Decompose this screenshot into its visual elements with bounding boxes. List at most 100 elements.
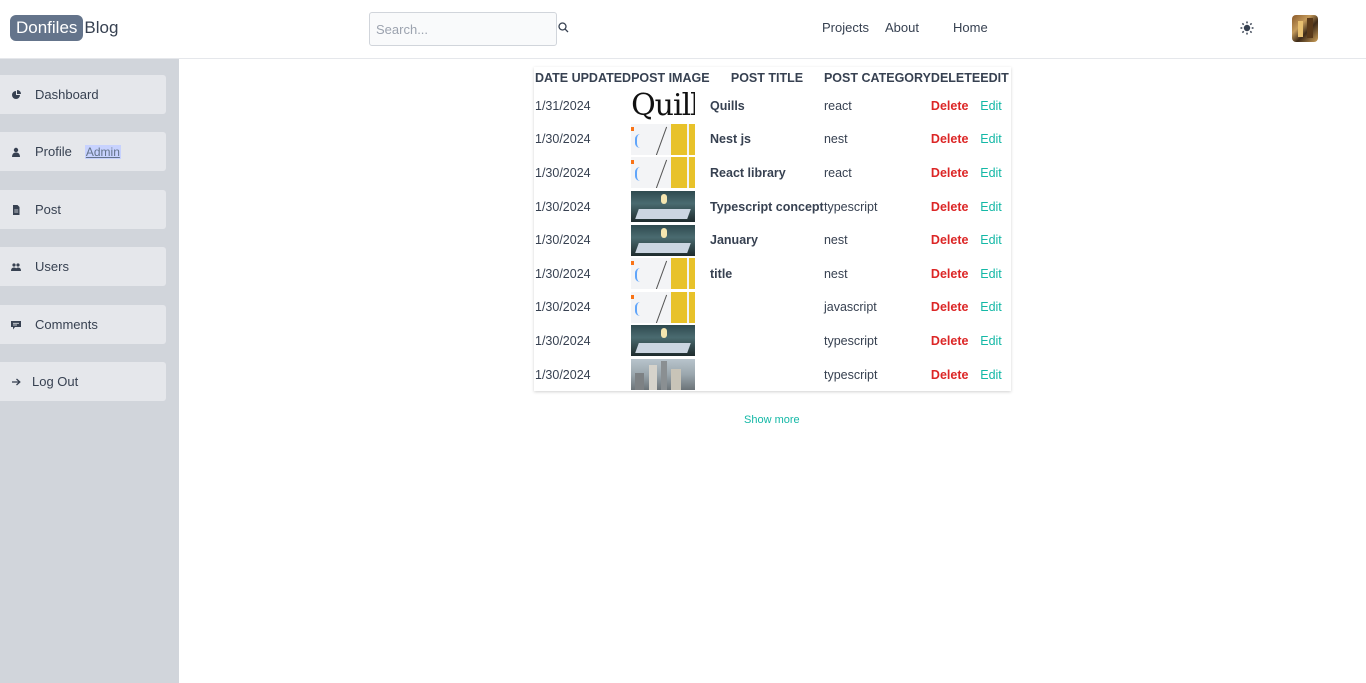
- delete-button[interactable]: Delete: [931, 200, 969, 214]
- edit-button[interactable]: Edit: [980, 233, 1002, 247]
- sidebar-item-comments[interactable]: Comments: [0, 305, 166, 344]
- sidebar-item-label: Log Out: [32, 374, 79, 389]
- table-row: 1/30/2024 Nest js nest Delete Edit: [534, 123, 1011, 157]
- edit-button[interactable]: Edit: [980, 368, 1002, 382]
- post-date: 1/30/2024: [535, 300, 591, 315]
- post-date: 1/30/2024: [535, 165, 591, 180]
- post-date: 1/30/2024: [535, 367, 591, 382]
- delete-button[interactable]: Delete: [931, 368, 969, 382]
- logo-text: Blog: [84, 18, 119, 37]
- sidebar: Dashboard Profile Admin Post Users Comme…: [0, 59, 179, 683]
- post-title[interactable]: January: [710, 223, 824, 257]
- search-icon[interactable]: [557, 21, 571, 35]
- arrow-right-icon: [12, 378, 21, 385]
- post-title[interactable]: Quills: [710, 89, 824, 123]
- sidebar-item-profile[interactable]: Profile Admin: [0, 132, 166, 171]
- table-row: 1/30/2024 React library react Delete Edit: [534, 156, 1011, 190]
- post-category: react: [823, 98, 852, 113]
- post-thumbnail[interactable]: [631, 191, 696, 223]
- delete-button[interactable]: Delete: [931, 334, 969, 348]
- sun-icon[interactable]: [1239, 20, 1255, 36]
- edit-button[interactable]: Edit: [980, 166, 1002, 180]
- post-thumbnail[interactable]: [631, 157, 696, 189]
- post-image-cell: Quill: [631, 89, 710, 123]
- show-more-button[interactable]: Show more: [744, 414, 800, 426]
- post-image-cell: [631, 291, 710, 325]
- users-icon: [11, 262, 21, 271]
- post-title[interactable]: [710, 324, 824, 358]
- sidebar-item-label: Post: [35, 202, 62, 217]
- delete-button[interactable]: Delete: [931, 267, 969, 281]
- table-row: 1/30/2024 title nest Delete Edit: [534, 257, 1011, 291]
- post-thumbnail[interactable]: [631, 224, 696, 256]
- edit-button[interactable]: Edit: [980, 99, 1002, 113]
- post-title[interactable]: [710, 358, 824, 392]
- column-header-image: Post image: [631, 71, 710, 85]
- post-image-cell: [631, 257, 710, 291]
- delete-button[interactable]: Delete: [931, 99, 969, 113]
- table-header-row: Date updated Post image Post title Post …: [534, 67, 1011, 89]
- post-category: nest: [823, 233, 848, 248]
- post-category: javascript: [823, 300, 877, 315]
- delete-button[interactable]: Delete: [931, 166, 969, 180]
- top-header: Donfiles Blog Projects About Home: [0, 0, 1366, 59]
- nav-projects[interactable]: Projects: [822, 20, 869, 35]
- posts-table-card: Date updated Post image Post title Post …: [534, 67, 1011, 391]
- search-input[interactable]: [370, 13, 556, 45]
- post-title[interactable]: title: [710, 257, 824, 291]
- post-title[interactable]: Typescript concept: [710, 190, 824, 224]
- post-date: 1/30/2024: [535, 266, 591, 281]
- sidebar-item-post[interactable]: Post: [0, 190, 166, 229]
- post-category: nest: [823, 266, 848, 281]
- site-logo[interactable]: Donfiles Blog: [10, 15, 118, 41]
- post-image-cell: [631, 358, 710, 392]
- post-category: nest: [823, 132, 848, 147]
- post-thumbnail[interactable]: [631, 123, 696, 155]
- post-date: 1/31/2024: [535, 98, 591, 113]
- sidebar-item-dashboard[interactable]: Dashboard: [0, 75, 166, 114]
- posts-table: Date updated Post image Post title Post …: [534, 67, 1011, 391]
- nav-home[interactable]: Home: [953, 20, 988, 35]
- table-row: 1/30/2024 Typescript concept typescript Del…: [534, 190, 1011, 224]
- delete-button[interactable]: Delete: [931, 233, 969, 247]
- sidebar-item-label: Users: [35, 259, 69, 274]
- logo-badge: Donfiles: [10, 15, 84, 41]
- column-header-delete: Delete: [930, 71, 981, 85]
- post-date: 1/30/2024: [535, 199, 591, 214]
- post-thumbnail[interactable]: [631, 258, 696, 290]
- pie-chart-icon: [12, 89, 21, 99]
- quill-logo-text: Quill: [631, 90, 696, 122]
- post-thumbnail[interactable]: [631, 291, 696, 323]
- edit-button[interactable]: Edit: [980, 132, 1002, 146]
- post-date: 1/30/2024: [535, 233, 591, 248]
- nav-about[interactable]: About: [885, 20, 919, 35]
- edit-button[interactable]: Edit: [980, 200, 1002, 214]
- post-title[interactable]: React library: [710, 156, 824, 190]
- sidebar-item-label: Dashboard: [35, 87, 99, 102]
- table-row: 1/30/2024 January nest Delete Edit: [534, 223, 1011, 257]
- post-thumbnail[interactable]: [631, 359, 696, 391]
- admin-badge: Admin: [84, 144, 121, 159]
- edit-button[interactable]: Edit: [980, 300, 1002, 314]
- post-image-cell: [631, 190, 710, 224]
- post-title[interactable]: Nest js: [710, 123, 824, 157]
- edit-button[interactable]: Edit: [980, 334, 1002, 348]
- sidebar-item-logout[interactable]: Log Out: [0, 362, 166, 401]
- column-header-category: Post category: [823, 71, 931, 85]
- sidebar-item-label: Comments: [35, 317, 98, 332]
- column-header-date: Date updated: [535, 71, 632, 85]
- search-box: [369, 12, 557, 46]
- column-header-edit: Edit: [980, 71, 1009, 85]
- post-category: typescript: [823, 333, 878, 348]
- post-image-cell: [631, 156, 710, 190]
- post-thumbnail[interactable]: Quill: [631, 90, 696, 122]
- edit-button[interactable]: Edit: [980, 267, 1002, 281]
- user-avatar[interactable]: [1292, 15, 1318, 42]
- sidebar-item-users[interactable]: Users: [0, 247, 166, 286]
- post-title[interactable]: [710, 291, 824, 325]
- table-row: 1/31/2024 Quill Quills react Delete Edit: [534, 89, 1011, 123]
- delete-button[interactable]: Delete: [931, 300, 969, 314]
- post-thumbnail[interactable]: [631, 325, 696, 357]
- delete-button[interactable]: Delete: [931, 132, 969, 146]
- column-header-title: Post title: [730, 71, 804, 85]
